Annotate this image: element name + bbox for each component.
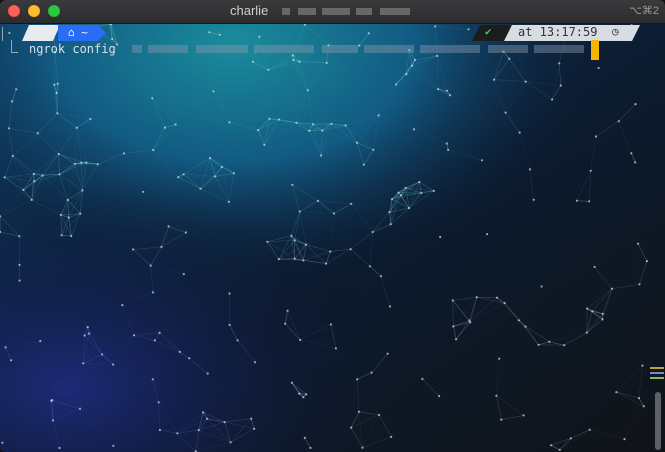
minimize-button[interactable] (28, 5, 40, 17)
redacted-argument (148, 45, 188, 53)
redacted-argument (420, 45, 480, 53)
home-icon: ⌂ ~ (68, 26, 88, 39)
window-title: charlie (230, 3, 269, 18)
redacted-argument (534, 45, 584, 53)
redacted-title-block (298, 8, 316, 15)
scroll-marker (650, 372, 664, 374)
terminal-window: charlie ⌥⌘2 ⌂ ~ ✔ at 13:17:59 ◷ ngrok co… (0, 0, 665, 452)
zoom-button[interactable] (48, 5, 60, 17)
clock-icon: ◷ (612, 25, 619, 38)
network-wallpaper (0, 23, 665, 452)
scrollbar-thumb[interactable] (655, 392, 661, 450)
redacted-argument (254, 45, 314, 53)
redacted-argument (196, 45, 248, 53)
scroll-marker (650, 367, 664, 369)
redacted-title-block (322, 8, 350, 15)
close-button[interactable] (8, 5, 20, 17)
time-text: at 13:17:59 (518, 25, 598, 39)
redacted-title-block (380, 8, 410, 15)
text-cursor (591, 40, 599, 60)
prompt-line-marker (2, 27, 3, 41)
checkmark-icon: ✔ (485, 25, 492, 38)
redacted-argument (364, 45, 414, 53)
redacted-argument (488, 45, 528, 53)
redacted-argument (132, 45, 142, 53)
redacted-argument (322, 45, 358, 53)
title-bar: charlie ⌥⌘2 (0, 0, 665, 24)
scroll-marker (650, 377, 664, 379)
time-segment: at 13:17:59 ◷ (504, 25, 640, 41)
scroll-markers (650, 367, 664, 382)
redacted-title-block (356, 8, 372, 15)
prompt-line-corner (11, 40, 18, 53)
command-input[interactable]: ngrok config (29, 42, 116, 56)
redacted-title-block (282, 8, 290, 15)
tab-shortcut: ⌥⌘2 (629, 5, 659, 17)
directory-segment: ⌂ ~ (58, 25, 106, 41)
